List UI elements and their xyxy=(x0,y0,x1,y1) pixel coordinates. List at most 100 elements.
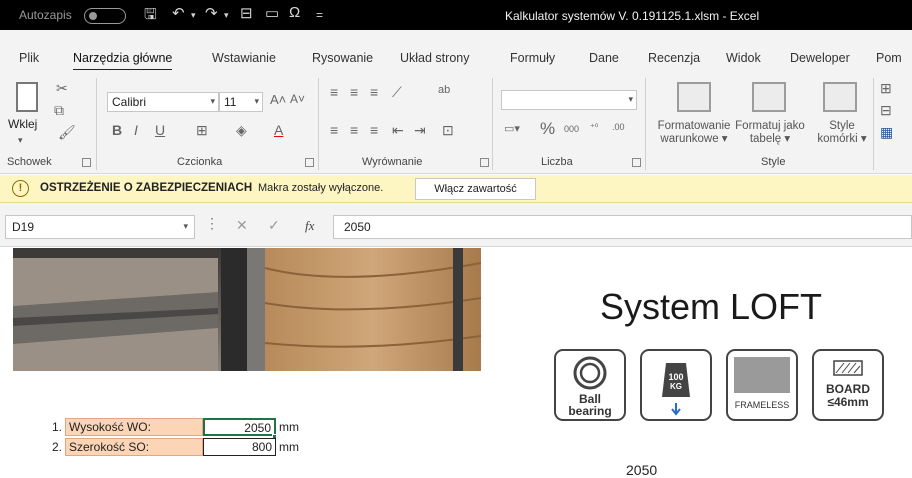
save-icon[interactable]: 🖫 xyxy=(144,4,157,29)
font-color-icon[interactable]: A xyxy=(274,122,283,138)
align-middle-icon[interactable]: ≡ xyxy=(350,84,358,100)
conditional-formatting-button[interactable]: Formatowanie warunkowe ▾ xyxy=(652,120,736,146)
format-as-table-line1: Formatuj jako xyxy=(735,120,805,132)
alignment-launcher-icon[interactable] xyxy=(480,158,489,167)
enter-icon[interactable]: ✓ xyxy=(268,217,280,234)
cell-styles-button[interactable]: Style komórki ▾ xyxy=(812,120,872,146)
align-right-icon[interactable]: ≡ xyxy=(370,122,378,138)
enable-content-button[interactable]: Włącz zawartość xyxy=(415,178,536,200)
warning-icon: ! xyxy=(12,180,29,197)
tab-view[interactable]: Widok xyxy=(726,51,761,65)
accounting-format-icon[interactable]: ▭▾ xyxy=(504,122,520,135)
font-group-label: Czcionka xyxy=(177,156,223,168)
underline-icon[interactable]: U xyxy=(155,122,165,138)
height-input[interactable]: 2050 xyxy=(203,418,276,436)
decrease-decimal-icon[interactable]: .00 xyxy=(612,122,625,132)
format-as-table-line2: tabelę xyxy=(749,133,782,145)
tab-file[interactable]: Plik xyxy=(19,51,39,65)
tab-draw[interactable]: Rysowanie xyxy=(312,51,373,65)
chevron-down-icon: ▾ xyxy=(210,96,215,106)
wrap-text-icon[interactable]: ab xyxy=(438,84,450,96)
fill-color-icon[interactable]: ◈ xyxy=(236,122,247,139)
align-top-icon[interactable]: ≡ xyxy=(330,84,338,100)
align-center-icon[interactable]: ≡ xyxy=(350,122,358,138)
font-size-select[interactable]: 11 ▾ xyxy=(219,92,263,112)
align-bottom-icon[interactable]: ≡ xyxy=(370,84,378,100)
paste-button[interactable]: Wklej xyxy=(8,118,37,131)
name-box[interactable]: D19 ▾ xyxy=(5,215,195,239)
cancel-icon[interactable]: ✕ xyxy=(236,217,248,234)
format-cells-icon[interactable]: ▦ xyxy=(880,124,893,141)
cut-icon[interactable]: ✂ xyxy=(56,80,68,97)
worksheet[interactable]: System LOFT Ball bearing 100 KG FRAMELES… xyxy=(0,248,912,478)
tab-review[interactable]: Recenzja xyxy=(648,51,700,65)
badge-line2: bearing xyxy=(568,404,612,418)
height-label: Wysokość WO: xyxy=(65,418,203,436)
font-launcher-icon[interactable] xyxy=(305,158,314,167)
tab-insert[interactable]: Wstawianie xyxy=(212,51,276,65)
number-format-select[interactable]: ▾ xyxy=(501,90,637,110)
width-input[interactable]: 800 xyxy=(203,438,276,456)
copy-icon[interactable]: ⧉ xyxy=(54,102,64,119)
percent-icon[interactable]: % xyxy=(540,119,555,139)
insert-cells-icon[interactable]: ⊞ xyxy=(880,80,892,97)
number-launcher-icon[interactable] xyxy=(632,158,641,167)
redo-dropdown-icon[interactable]: ▾ xyxy=(224,10,229,21)
formula-input[interactable]: 2050 xyxy=(333,215,912,239)
undo-icon[interactable]: ↶ xyxy=(172,4,185,22)
italic-icon[interactable]: I xyxy=(134,122,138,138)
cell-styles-line2: komórki xyxy=(817,133,858,145)
formula-bar: D19 ▾ ⋮ ✕ ✓ fx 2050 xyxy=(0,203,912,247)
weight-badge: 100 KG xyxy=(640,349,712,421)
tab-developer[interactable]: Deweloper xyxy=(790,51,850,65)
form-icon[interactable]: ⊟ xyxy=(240,4,253,22)
cell-styles-line1: Style xyxy=(829,120,855,132)
align-left-icon[interactable]: ≡ xyxy=(330,122,338,138)
document-title: Kalkulator systemów V. 0.191125.1.xlsm -… xyxy=(505,9,760,23)
ball-bearing-icon xyxy=(573,356,607,390)
format-painter-icon[interactable]: 🖌 xyxy=(58,124,76,141)
symbol-omega-icon[interactable]: Ω xyxy=(289,4,300,21)
title-bar: Autozapis 🖫 ↶ ▾ ↷ ▾ ⊟ ▭ Ω = Kalkulator s… xyxy=(0,0,912,30)
merge-center-icon[interactable]: ⊡ xyxy=(442,122,454,139)
product-photo xyxy=(13,248,481,371)
decrease-indent-icon[interactable]: ⇤ xyxy=(392,122,404,139)
insert-function-icon[interactable]: fx xyxy=(305,218,314,234)
paste-dropdown-icon[interactable]: ▾ xyxy=(18,134,23,147)
tab-data[interactable]: Dane xyxy=(589,51,619,65)
autosave-toggle[interactable] xyxy=(84,8,126,24)
bold-icon[interactable]: B xyxy=(112,122,122,138)
badge-weight-unit: KG xyxy=(670,382,682,391)
customize-qat-icon[interactable]: = xyxy=(316,8,323,22)
paste-icon[interactable] xyxy=(16,82,38,112)
tab-page-layout[interactable]: Układ strony xyxy=(400,51,469,65)
increase-font-icon[interactable]: A˄ xyxy=(270,92,286,107)
format-as-table-icon[interactable] xyxy=(752,82,786,112)
orientation-icon[interactable]: ⟋ xyxy=(392,84,402,101)
conditional-formatting-icon[interactable] xyxy=(677,82,711,112)
cell-styles-icon[interactable] xyxy=(823,82,857,112)
undo-dropdown-icon[interactable]: ▾ xyxy=(191,10,196,21)
font-name-select[interactable]: Calibri ▾ xyxy=(107,92,219,112)
open-folder-icon[interactable]: ▭ xyxy=(265,4,279,22)
increase-indent-icon[interactable]: ⇥ xyxy=(414,122,426,139)
borders-icon[interactable]: ⊞ xyxy=(196,122,208,139)
delete-cells-icon[interactable]: ⊟ xyxy=(880,102,892,119)
format-as-table-button[interactable]: Formatuj jako tabelę ▾ xyxy=(732,120,808,146)
increase-decimal-icon[interactable]: ⁺⁰ xyxy=(590,122,598,133)
tab-formulas[interactable]: Formuły xyxy=(510,51,555,65)
frameless-icon xyxy=(734,357,790,393)
clipboard-launcher-icon[interactable] xyxy=(82,158,91,167)
loft-system-photo xyxy=(13,248,481,371)
comma-style-icon[interactable]: 000 xyxy=(564,124,579,134)
partial-cell-text: 2050 xyxy=(626,462,658,478)
ribbon-tabs: Plik Narzędzia główne Wstawianie Rysowan… xyxy=(0,30,912,71)
height-unit: mm xyxy=(279,420,299,434)
redo-icon[interactable]: ↷ xyxy=(205,4,218,22)
tab-home[interactable]: Narzędzia główne xyxy=(73,51,173,71)
ball-bearing-badge: Ball bearing xyxy=(554,349,626,421)
toggle-knob xyxy=(89,12,97,20)
tab-help[interactable]: Pom xyxy=(876,51,902,65)
more-options-icon[interactable]: ⋮ xyxy=(205,215,219,232)
decrease-font-icon[interactable]: A˅ xyxy=(290,92,305,106)
